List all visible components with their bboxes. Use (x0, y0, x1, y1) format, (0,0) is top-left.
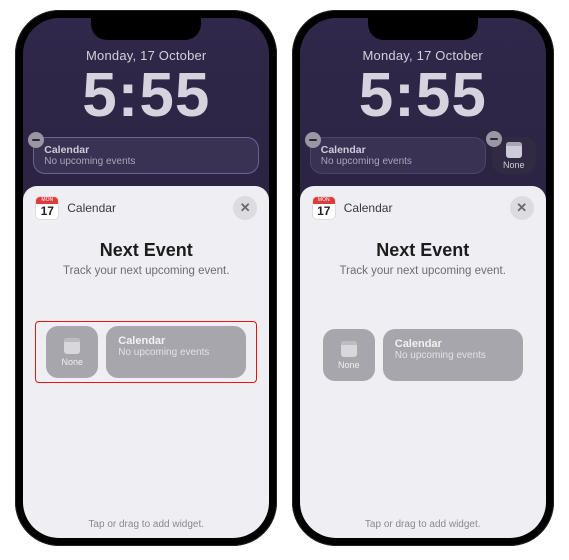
sheet-header: MON 17 Calendar ✕ (312, 196, 534, 220)
calendar-icon (506, 142, 522, 158)
sheet-app-name: Calendar (344, 201, 393, 215)
lockscreen-time: 5:55 (310, 65, 536, 127)
calendar-icon (64, 338, 80, 354)
preview-small-label: None (338, 360, 360, 370)
preview-wide-title: Calendar (118, 335, 234, 347)
sheet-hint: Tap or drag to add widget. (312, 511, 534, 532)
widget-title: Calendar (44, 144, 248, 156)
calendar-widget-wide[interactable]: Calendar No upcoming events (33, 137, 259, 174)
screen: Monday, 17 October 5:55 Calendar No upco… (300, 18, 546, 538)
app-icon-daynum: 17 (317, 204, 330, 218)
remove-widget-icon[interactable] (28, 132, 44, 148)
preview-small-label: None (61, 357, 83, 367)
close-icon: ✕ (240, 200, 251, 216)
sheet-app-name: Calendar (67, 201, 116, 215)
widget-subtitle: No upcoming events (44, 156, 248, 167)
widget-small-label: None (503, 160, 525, 170)
screen: Monday, 17 October 5:55 Calendar No upco… (23, 18, 269, 538)
app-icon-daynum: 17 (41, 204, 54, 218)
widget-picker-sheet: MON 17 Calendar ✕ Next Event Track your … (300, 186, 546, 538)
sheet-hint: Tap or drag to add widget. (35, 511, 257, 532)
widget-shelf[interactable]: Calendar No upcoming events None (310, 137, 536, 174)
app-icon-weekday: MON (313, 197, 335, 204)
widget-preview-small[interactable]: None (46, 326, 98, 378)
widget-previews-highlighted: None Calendar No upcoming events (35, 321, 257, 383)
calendar-widget-small[interactable]: None (492, 137, 536, 174)
preview-wide-sub: No upcoming events (118, 347, 234, 358)
calendar-icon (341, 341, 357, 357)
widget-shelf[interactable]: Calendar No upcoming events (33, 137, 259, 174)
widget-subtitle: No upcoming events (321, 156, 475, 167)
close-icon: ✕ (516, 200, 527, 216)
close-button[interactable]: ✕ (510, 196, 534, 220)
calendar-app-icon: MON 17 (35, 196, 59, 220)
sheet-subtitle: Track your next upcoming event. (312, 265, 534, 277)
sheet-title: Next Event (312, 240, 534, 261)
sheet-subtitle: Track your next upcoming event. (35, 265, 257, 277)
close-button[interactable]: ✕ (233, 196, 257, 220)
sheet-header: MON 17 Calendar ✕ (35, 196, 257, 220)
iphone-frame-left: Monday, 17 October 5:55 Calendar No upco… (15, 10, 277, 546)
lockscreen-time: 5:55 (33, 65, 259, 127)
widget-previews: None Calendar No upcoming events (312, 323, 534, 387)
sheet-title: Next Event (35, 240, 257, 261)
widget-preview-wide[interactable]: Calendar No upcoming events (106, 326, 246, 378)
preview-wide-sub: No upcoming events (395, 350, 511, 361)
notch (368, 18, 478, 40)
widget-picker-sheet: MON 17 Calendar ✕ Next Event Track your … (23, 186, 269, 538)
calendar-widget-wide[interactable]: Calendar No upcoming events (310, 137, 486, 174)
lockscreen-clock-area: Monday, 17 October 5:55 (300, 46, 546, 133)
iphone-frame-right: Monday, 17 October 5:55 Calendar No upco… (292, 10, 554, 546)
widget-title: Calendar (321, 144, 475, 156)
notch (91, 18, 201, 40)
remove-widget-icon[interactable] (486, 131, 502, 147)
widget-preview-small[interactable]: None (323, 329, 375, 381)
remove-widget-icon[interactable] (305, 132, 321, 148)
widget-preview-wide[interactable]: Calendar No upcoming events (383, 329, 523, 381)
app-icon-weekday: MON (36, 197, 58, 204)
preview-wide-title: Calendar (395, 338, 511, 350)
lockscreen-clock-area: Monday, 17 October 5:55 (23, 46, 269, 133)
calendar-app-icon: MON 17 (312, 196, 336, 220)
